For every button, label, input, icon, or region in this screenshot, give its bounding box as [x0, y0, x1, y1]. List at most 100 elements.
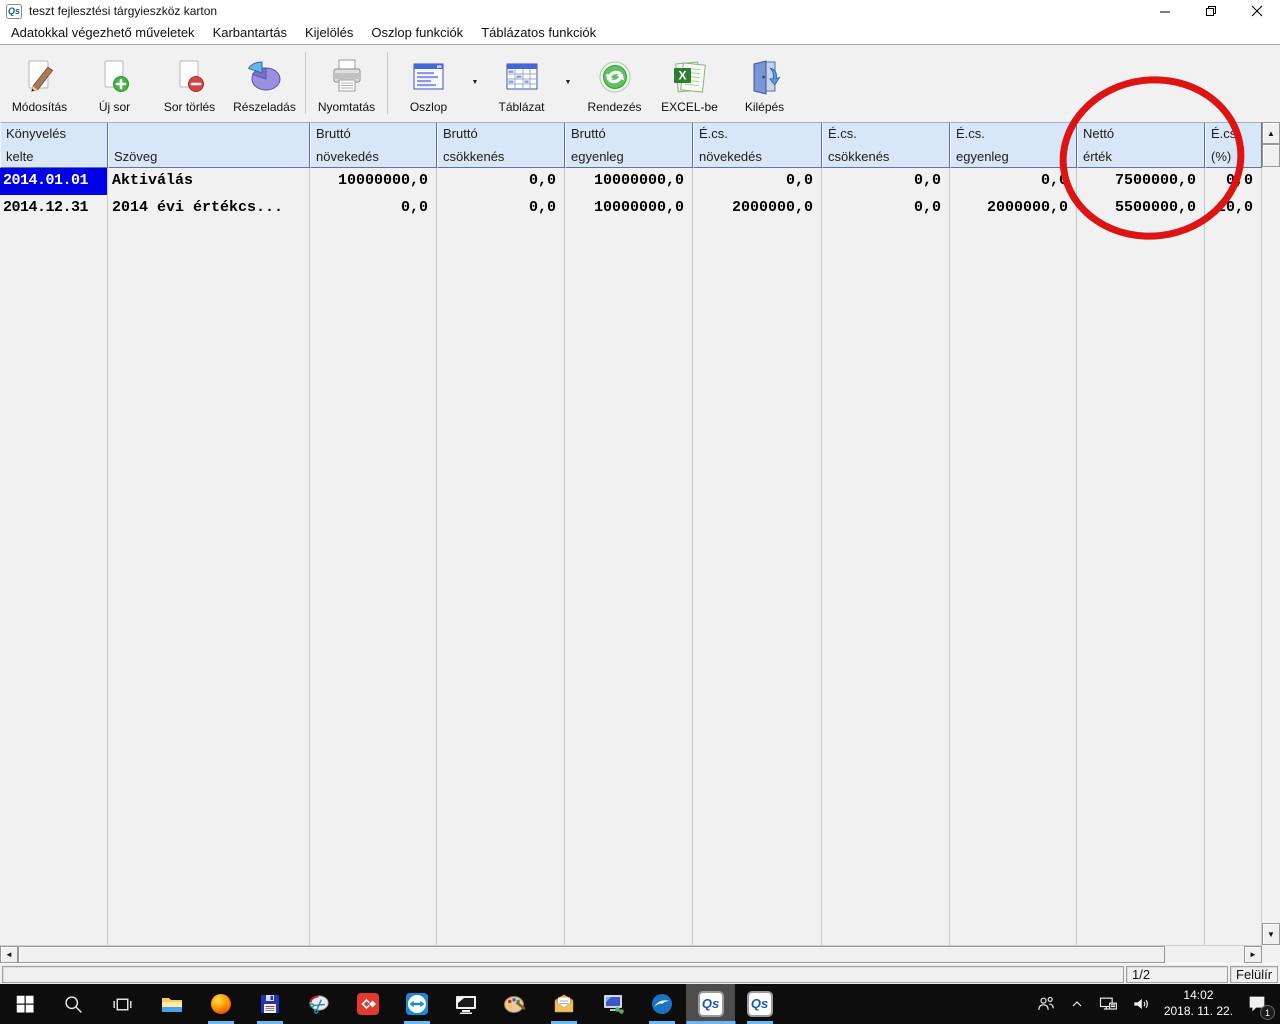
column-header-8[interactable]: Nettóérték [1077, 122, 1205, 168]
rendezes-label: Rendezés [587, 100, 641, 114]
taskbar-search-button[interactable] [49, 984, 98, 1024]
uj-sor-button[interactable]: Új sor [77, 49, 152, 117]
taskbar-red-diamond-button[interactable] [343, 984, 392, 1024]
vertical-scroll-thumb[interactable] [1262, 144, 1280, 167]
column-header-9[interactable]: É.cs.(%) [1205, 122, 1262, 168]
taskbar-floppy-save-button[interactable] [245, 984, 294, 1024]
rendezes-button[interactable]: Rendezés [577, 49, 652, 117]
column-header-4[interactable]: Bruttóegyenleg [565, 122, 693, 168]
cell-r0-c7[interactable]: 0,0 [950, 168, 1077, 195]
cell-r1-c3[interactable]: 0,0 [437, 195, 565, 222]
column-header-line2: (%) [1211, 149, 1256, 164]
tablazat-dropdown-arrow[interactable]: ▼ [559, 49, 577, 117]
cell-r1-c2[interactable]: 0,0 [310, 195, 437, 222]
taskbar-monitor-app-button[interactable] [441, 984, 490, 1024]
cell-r0-c2[interactable]: 10000000,0 [310, 168, 437, 195]
column-header-line1: É.cs. [956, 126, 1071, 141]
horizontal-scroll-thumb[interactable] [18, 946, 1165, 963]
scroll-up-button[interactable]: ▲ [1262, 122, 1280, 144]
taskbar-task-view-button[interactable] [98, 984, 147, 1024]
scroll-right-button[interactable]: ► [1244, 946, 1262, 963]
tablazat-button[interactable]: Táblázat [484, 49, 559, 117]
column-header-line2: növekedés [699, 149, 816, 164]
cell-r1-c6[interactable]: 0,0 [822, 195, 950, 222]
cell-r1-c4[interactable]: 10000000,0 [565, 195, 693, 222]
modositas-button[interactable]: Módosítás [2, 49, 77, 117]
scroll-down-button[interactable]: ▼ [1262, 923, 1280, 945]
cell-r0-c9[interactable]: 0,0 [1205, 168, 1262, 195]
cell-r1-c0[interactable]: 2014.12.31 [0, 195, 108, 222]
cell-r0-c5[interactable]: 0,0 [693, 168, 822, 195]
cell-r0-c3[interactable]: 0,0 [437, 168, 565, 195]
vertical-scrollbar[interactable]: ▲ ▼ [1262, 122, 1280, 945]
menu-item-3[interactable]: Oszlop funkciók [362, 22, 472, 44]
hidden-icons-chevron-icon[interactable] [1069, 996, 1085, 1012]
kilepes-button[interactable]: Kilépés [727, 49, 802, 117]
column-header-line2: növekedés [316, 149, 431, 164]
delete-row-icon [171, 56, 209, 98]
volume-icon[interactable] [1131, 994, 1151, 1014]
nyomtatas-button[interactable]: Nyomtatás [309, 49, 384, 117]
menu-item-1[interactable]: Karbantartás [204, 22, 296, 44]
column-header-line2: egyenleg [956, 149, 1071, 164]
column-header-line1: É.cs. [699, 126, 816, 141]
horizontal-scrollbar[interactable]: ◄ ► [0, 945, 1262, 963]
cell-r0-c8[interactable]: 7500000,0 [1077, 168, 1205, 195]
status-bar: 1/2 Felülír [0, 963, 1280, 984]
menu-item-4[interactable]: Táblázatos funkciók [472, 22, 605, 44]
column-header-7[interactable]: É.cs. egyenleg [950, 122, 1077, 168]
cell-r1-c1[interactable]: 2014 évi értékcs... [108, 195, 310, 222]
taskbar-teamviewer-button[interactable] [392, 984, 441, 1024]
start-icon [14, 993, 36, 1015]
scroll-left-button[interactable]: ◄ [0, 946, 18, 963]
taskbar-openoffice-button[interactable] [637, 984, 686, 1024]
minimize-button[interactable] [1142, 0, 1188, 22]
uj-sor-label: Új sor [99, 100, 130, 114]
taskbar-paint-palette-button[interactable] [490, 984, 539, 1024]
cell-r1-c5[interactable]: 2000000,0 [693, 195, 822, 222]
restore-button[interactable] [1188, 0, 1234, 22]
taskbar-start-button[interactable] [0, 984, 49, 1024]
excel-be-button[interactable]: XEXCEL-be [652, 49, 727, 117]
menu-item-0[interactable]: Adatokkal végezhető műveletek [2, 22, 204, 44]
network-status-icon[interactable] [1098, 994, 1118, 1014]
taskbar-file-explorer-button[interactable] [147, 984, 196, 1024]
status-page-indicator: 1/2 [1126, 966, 1228, 983]
column-header-3[interactable]: Bruttócsökkenés [437, 122, 565, 168]
action-center-icon[interactable]: 1 [1246, 993, 1268, 1015]
mail-icon [552, 992, 576, 1016]
cell-r0-c1[interactable]: Aktiválás [108, 168, 310, 195]
cell-r0-c6[interactable]: 0,0 [822, 168, 950, 195]
taskbar-qs-app-button[interactable]: Qs [735, 984, 784, 1024]
people-icon[interactable] [1036, 994, 1056, 1014]
column-header-0[interactable]: Könyveléskelte [0, 122, 108, 168]
system-tray: 14:02 2018. 11. 22. 1 [1036, 984, 1280, 1024]
column-header-line1: Nettó [1083, 126, 1199, 141]
taskbar-firefox-button[interactable] [196, 984, 245, 1024]
taskbar-network-computer-button[interactable] [588, 984, 637, 1024]
cell-r0-c0[interactable]: 2014.01.01 [0, 168, 108, 195]
cell-r1-c9[interactable]: 20,0 [1205, 195, 1262, 222]
oszlop-button[interactable]: Oszlop [391, 49, 466, 117]
cell-r0-c4[interactable]: 10000000,0 [565, 168, 693, 195]
cell-r1-c7[interactable]: 2000000,0 [950, 195, 1077, 222]
column-header-6[interactable]: É.cs.csökkenés [822, 122, 950, 168]
grid-empty-column-0 [0, 222, 108, 945]
column-header-2[interactable]: Bruttónövekedés [310, 122, 437, 168]
column-header-5[interactable]: É.cs. növekedés [693, 122, 822, 168]
menu-item-2[interactable]: Kijelölés [296, 22, 362, 44]
reszeladas-button[interactable]: Részeladás [227, 49, 302, 117]
taskbar-qs-app-active-button[interactable]: Qs [686, 984, 735, 1024]
oszlop-dropdown-arrow[interactable]: ▼ [466, 49, 484, 117]
taskbar-mail-button[interactable] [539, 984, 588, 1024]
close-button[interactable] [1234, 0, 1280, 22]
taskbar-snipping-button[interactable] [294, 984, 343, 1024]
sor-torles-button[interactable]: Sor törlés [152, 49, 227, 117]
column-header-line2: egyenleg [571, 149, 687, 164]
menu-bar: Adatokkal végezhető műveletekKarbantartá… [0, 22, 1280, 45]
column-header-1[interactable]: Szöveg [108, 122, 310, 168]
status-overwrite-mode: Felülír [1230, 966, 1278, 983]
cell-r1-c8[interactable]: 5500000,0 [1077, 195, 1205, 222]
grid-empty-column-4 [565, 222, 693, 945]
taskbar-clock[interactable]: 14:02 2018. 11. 22. [1164, 988, 1233, 1019]
